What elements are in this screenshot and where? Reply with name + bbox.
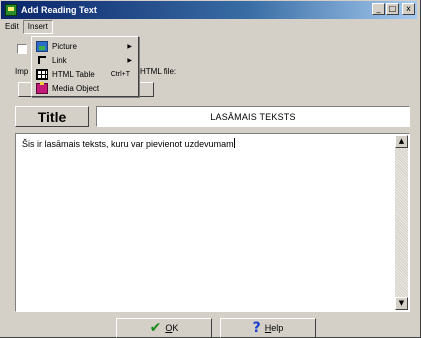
insert-dropdown-menu: Picture ▶ Link ▶ HTML Table Ctrl+T Media… (31, 36, 139, 97)
scroll-up-arrow-icon[interactable]: ▲ (395, 135, 408, 148)
title-input[interactable]: LASĀMAIS TEKSTS (96, 106, 410, 127)
reading-text-area[interactable]: Šis ir lasāmais teksts, kuru var pievien… (15, 133, 410, 312)
menu-item-media-object[interactable]: Media Object (32, 81, 138, 95)
text-caret (233, 138, 235, 148)
ok-button[interactable]: ✔ OK (116, 318, 212, 338)
checkmark-icon: ✔ (149, 320, 162, 336)
menu-item-picture[interactable]: Picture ▶ (32, 39, 138, 53)
scroll-down-arrow-icon[interactable]: ▼ (395, 297, 408, 310)
import-label: Imp (15, 67, 29, 76)
shortcut-label: Ctrl+T (110, 70, 130, 78)
help-button-label: Help (264, 323, 284, 333)
html-file-label: HTML file: (140, 67, 177, 76)
link-icon (38, 56, 46, 64)
menu-edit[interactable]: Edit (1, 20, 23, 34)
app-icon (5, 4, 17, 16)
help-button[interactable]: ? Help (220, 318, 316, 338)
menu-item-html-table[interactable]: HTML Table Ctrl+T (32, 67, 138, 81)
submenu-arrow-icon: ▶ (127, 56, 132, 64)
question-mark-icon: ? (252, 320, 261, 336)
ok-button-label: OK (165, 323, 179, 333)
menu-bar: Edit Insert (1, 20, 417, 34)
reading-text-value: Šis ir lasāmais teksts, kuru var pievien… (22, 139, 234, 149)
close-button[interactable]: x (402, 3, 415, 15)
option-checkbox[interactable] (17, 44, 27, 54)
menu-item-link[interactable]: Link ▶ (32, 53, 138, 67)
picture-icon (36, 40, 48, 52)
table-icon (36, 68, 48, 80)
minimize-button[interactable]: _ (372, 3, 385, 15)
window-title: Add Reading Text (21, 5, 97, 15)
window-controls: _ □ x (372, 3, 415, 15)
submenu-arrow-icon: ▶ (127, 42, 132, 50)
title-button[interactable]: Title (15, 106, 89, 127)
menu-insert[interactable]: Insert (22, 20, 53, 34)
media-object-icon (36, 81, 48, 94)
vertical-scrollbar[interactable]: ▲ ▼ (395, 135, 408, 310)
reading-text-content: Šis ir lasāmais teksts, kuru var pievien… (22, 138, 235, 149)
title-bar[interactable]: Add Reading Text _ □ x (1, 1, 417, 19)
dialog-window: Add Reading Text _ □ x Edit Insert Imp H… (0, 0, 421, 338)
maximize-button[interactable]: □ (386, 3, 399, 15)
